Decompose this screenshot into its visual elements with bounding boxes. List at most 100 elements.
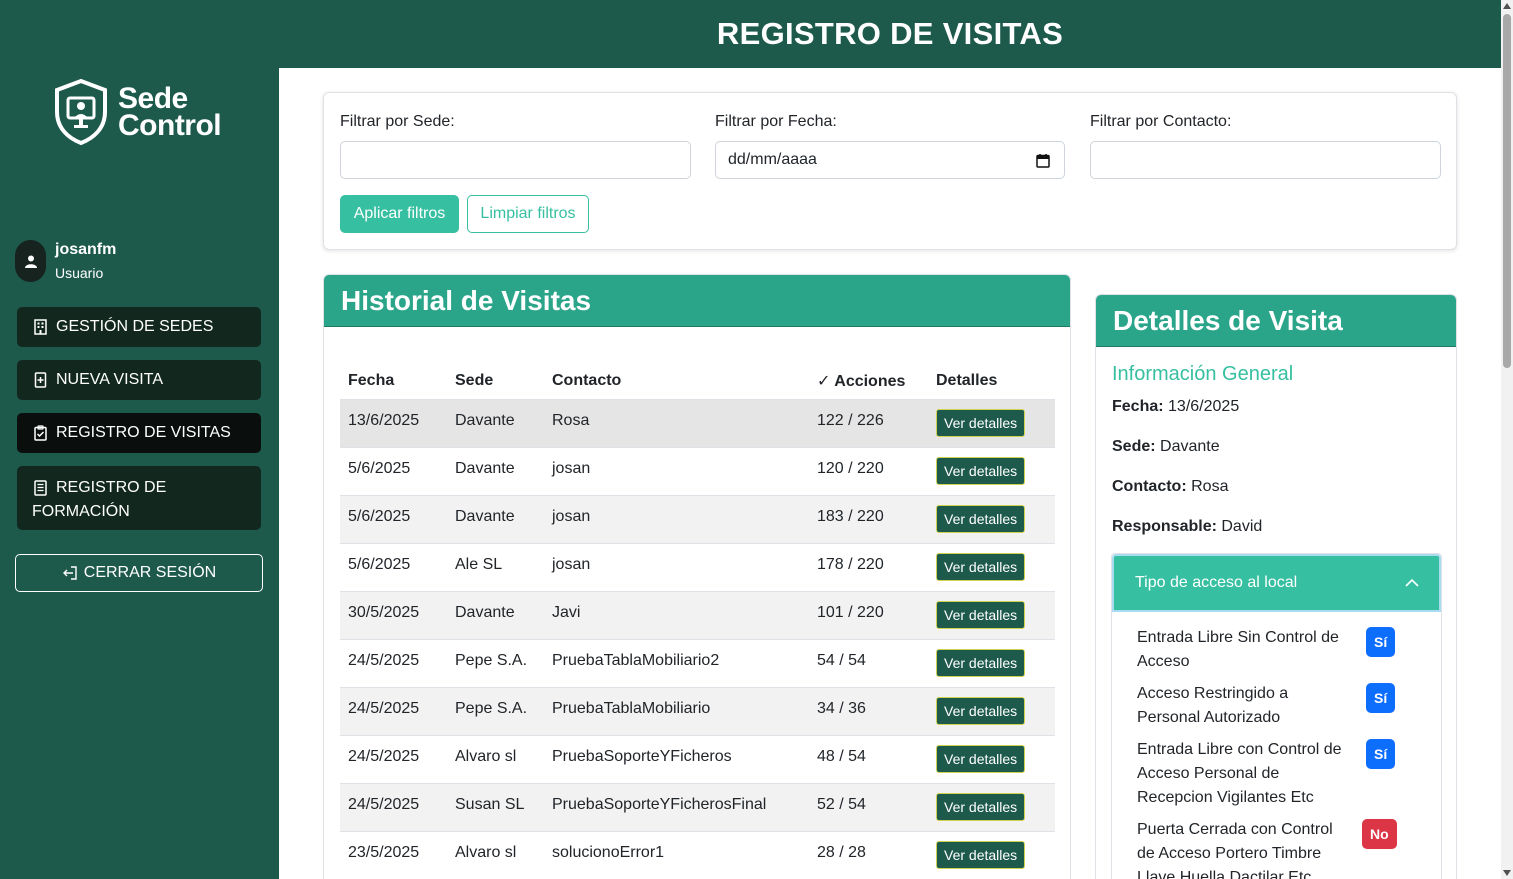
view-details-button[interactable]: Ver detalles — [936, 696, 1026, 725]
table-row: 24/5/2025 Susan SL PruebaSoporteYFicherosF… — [340, 783, 1055, 832]
scroll-thumb[interactable] — [1503, 14, 1511, 368]
chevron-up-icon — [1405, 578, 1419, 587]
cell-acciones: 28 / 28 — [809, 831, 928, 879]
cell-acciones: 101 / 220 — [809, 591, 928, 640]
detail-sede-value: Davante — [1160, 438, 1220, 455]
status-badge: No — [1362, 819, 1397, 849]
cell-acciones: 48 / 54 — [809, 735, 928, 784]
filter-fecha-placeholder: dd/mm/aaaa — [728, 151, 817, 168]
detail-contacto-label: Contacto: — [1112, 478, 1187, 495]
detail-responsable: Responsable: David — [1112, 518, 1262, 536]
view-details-button[interactable]: Ver detalles — [936, 600, 1026, 629]
cell-detalles: Ver detalles — [928, 735, 1055, 784]
sidebar-item-nueva-visita[interactable]: NUEVA VISITA — [17, 360, 261, 400]
view-details-button[interactable]: Ver detalles — [936, 744, 1026, 773]
cell-detalles: Ver detalles — [928, 831, 1055, 879]
cell-fecha: 24/5/2025 — [340, 639, 447, 688]
view-details-button[interactable]: Ver detalles — [936, 840, 1026, 869]
detail-sede-label: Sede: — [1112, 438, 1156, 455]
logout-button[interactable]: CERRAR SESIÓN — [15, 554, 263, 592]
cell-sede: Susan SL — [447, 783, 544, 832]
scroll-down-icon[interactable] — [1503, 870, 1511, 876]
user-role: Usuario — [55, 265, 104, 281]
access-item: Entrada Libre con Control de Acceso Pers… — [1137, 738, 1437, 810]
cell-detalles: Ver detalles — [928, 399, 1055, 448]
table-row: 23/5/2025 Alvaro sl solucionoError1 28 / 28… — [340, 831, 1055, 879]
access-type-accordion: Tipo de acceso al local Entrada Libre Si… — [1111, 553, 1442, 879]
calendar-icon[interactable] — [1036, 153, 1050, 168]
apply-filters-button[interactable]: Aplicar filtros — [340, 195, 459, 233]
clear-filters-button[interactable]: Limpiar filtros — [467, 195, 589, 233]
column-header-sede: Sede — [447, 363, 544, 400]
cell-fecha: 5/6/2025 — [340, 495, 447, 544]
sidebar-item-registro-visitas[interactable]: REGISTRO DE VISITAS — [17, 413, 261, 453]
table-row: 30/5/2025 Davante Javi 101 / 220 Ver detalle… — [340, 591, 1055, 640]
cell-sede: Pepe S.A. — [447, 639, 544, 688]
cell-fecha: 24/5/2025 — [340, 735, 447, 784]
scroll-up-icon[interactable] — [1503, 3, 1511, 9]
shield-monitor-icon — [55, 78, 107, 146]
table-row: 24/5/2025 Alvaro sl PruebaSoporteYFicheros… — [340, 735, 1055, 784]
detail-fecha-label: Fecha: — [1112, 398, 1164, 415]
column-header-detalles: Detalles — [928, 363, 1055, 400]
cell-fecha: 5/6/2025 — [340, 447, 447, 496]
view-details-button[interactable]: Ver detalles — [936, 648, 1026, 677]
view-details-button[interactable]: Ver detalles — [936, 456, 1026, 485]
filter-fecha-input[interactable]: dd/mm/aaaa — [715, 141, 1065, 179]
cell-fecha: 30/5/2025 — [340, 591, 447, 640]
cell-detalles: Ver detalles — [928, 783, 1055, 832]
filter-contacto-input[interactable] — [1090, 141, 1441, 179]
cell-contacto: solucionoError1 — [544, 831, 809, 879]
view-details-button[interactable]: Ver detalles — [936, 504, 1026, 533]
cell-sede: Davante — [447, 495, 544, 544]
cell-contacto: PruebaTablaMobiliario2 — [544, 639, 809, 688]
table-row: 24/5/2025 Pepe S.A. PruebaTablaMobiliario2… — [340, 639, 1055, 688]
view-details-button[interactable]: Ver detalles — [936, 408, 1026, 437]
detail-contacto-value: Rosa — [1191, 478, 1229, 495]
cell-acciones: 178 / 220 — [809, 543, 928, 592]
history-title: Historial de Visitas — [324, 275, 1070, 327]
cell-sede: Pepe S.A. — [447, 687, 544, 736]
cell-fecha: 13/6/2025 — [340, 399, 447, 448]
cell-acciones: 54 / 54 — [809, 639, 928, 688]
view-details-button[interactable]: Ver detalles — [936, 792, 1026, 821]
cell-detalles: Ver detalles — [928, 591, 1055, 640]
filter-sede-label: Filtrar por Sede: — [340, 113, 455, 130]
access-item: Puerta Cerrada con Control de Acceso Por… — [1137, 818, 1437, 879]
general-info-title: Información General — [1112, 363, 1294, 385]
building-icon — [34, 319, 47, 335]
detail-responsable-label: Responsable: — [1112, 518, 1217, 535]
cell-sede: Davante — [447, 399, 544, 448]
cell-acciones: 120 / 220 — [809, 447, 928, 496]
page-scrollbar[interactable] — [1501, 0, 1513, 879]
sidebar-item-registro-formacion[interactable]: REGISTRO DE FORMACIÓN — [17, 466, 261, 530]
sidebar-item-label: REGISTRO DE FORMACIÓN — [32, 479, 167, 520]
cell-acciones: 122 / 226 — [809, 399, 928, 448]
cell-detalles: Ver detalles — [928, 495, 1055, 544]
detail-fecha: Fecha: 13/6/2025 — [1112, 398, 1239, 416]
history-table: Fecha Sede Contacto ✓ Acciones Detalles … — [340, 363, 1055, 879]
person-icon — [24, 255, 37, 268]
view-details-button[interactable]: Ver detalles — [936, 552, 1026, 581]
cell-sede: Ale SL — [447, 543, 544, 592]
cell-contacto: Rosa — [544, 399, 809, 448]
cell-fecha: 5/6/2025 — [340, 543, 447, 592]
access-item: Acceso Restringido a Personal Autorizado… — [1137, 682, 1437, 730]
filter-sede-input[interactable] — [340, 141, 691, 179]
cell-sede: Davante — [447, 591, 544, 640]
filter-panel: Filtrar por Sede: Filtrar por Fecha: dd/… — [323, 92, 1457, 250]
detail-responsable-value: David — [1221, 518, 1263, 535]
access-item-text: Puerta Cerrada con Control de Acceso Por… — [1137, 821, 1333, 879]
logout-icon — [62, 566, 77, 580]
logo-line2: Control — [118, 109, 222, 142]
logout-label: CERRAR SESIÓN — [83, 564, 217, 581]
cell-acciones: 52 / 54 — [809, 783, 928, 832]
page-title: REGISTRO DE VISITAS — [716, 16, 1064, 51]
accordion-header[interactable]: Tipo de acceso al local — [1112, 554, 1441, 612]
cell-sede: Alvaro sl — [447, 735, 544, 784]
visit-details-panel: Detalles de Visita Información General F… — [1095, 294, 1457, 879]
sidebar-item-gestion-sedes[interactable]: GESTIÓN DE SEDES — [17, 307, 261, 347]
cell-contacto: josan — [544, 495, 809, 544]
sidebar-item-label: REGISTRO DE VISITAS — [56, 424, 231, 441]
clipboard-icon — [34, 425, 47, 441]
